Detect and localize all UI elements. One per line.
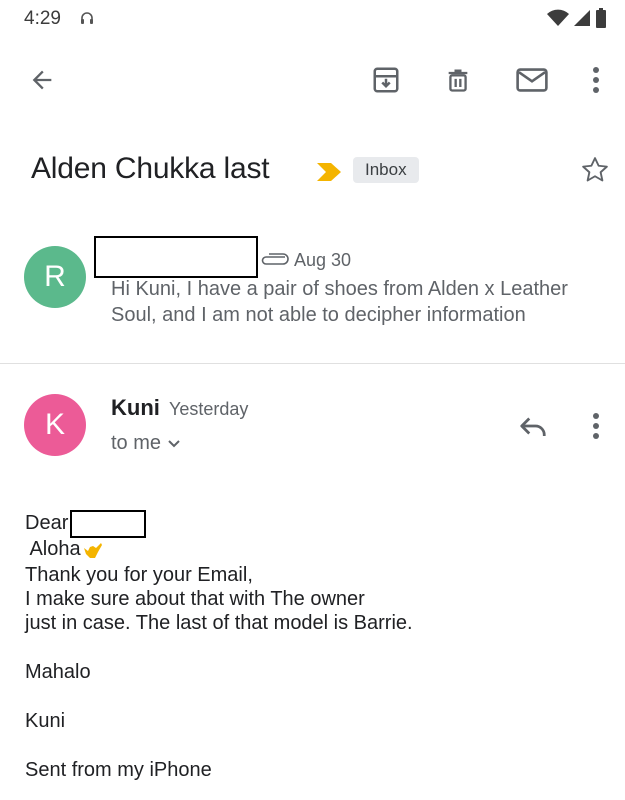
email-subject: Alden Chukka last (31, 152, 270, 185)
body-line: I make sure about that with The owner (25, 588, 365, 610)
reply-button[interactable] (516, 411, 550, 441)
status-time: 4:29 (24, 8, 61, 29)
wifi-icon (547, 9, 569, 26)
body-signoff: Mahalo (25, 661, 91, 683)
message-date: Aug 30 (294, 250, 352, 270)
archive-icon (373, 67, 399, 93)
sender-avatar[interactable]: K (24, 394, 86, 456)
inbox-label[interactable]: Inbox (353, 157, 419, 183)
message-more-button[interactable] (584, 411, 608, 441)
mail-icon (516, 68, 548, 92)
importance-marker-icon[interactable] (315, 161, 343, 183)
preview-line: Hi Kuni, I have a pair of shoes from Ald… (111, 278, 568, 300)
message-divider (0, 363, 625, 364)
redacted-sender-name (94, 236, 258, 278)
body-signature: Kuni (25, 710, 66, 732)
body-greeting: Dear (25, 512, 69, 534)
delete-button[interactable] (442, 64, 474, 96)
recipient-label: to me (111, 432, 162, 454)
message-preview[interactable]: Hi Kuni, I have a pair of shoes from Ald… (111, 276, 606, 328)
sender-avatar[interactable]: R (24, 246, 86, 308)
body-line: Thank you for your Email, (25, 564, 253, 586)
more-options-button[interactable] (584, 64, 608, 96)
more-vert-icon (593, 413, 599, 439)
back-arrow-icon (32, 70, 52, 90)
chevron-down-icon (168, 439, 180, 447)
preview-line: Soul, and I am not able to decipher info… (111, 304, 526, 326)
battery-icon (596, 8, 606, 28)
star-icon[interactable] (580, 155, 610, 185)
headset-icon (81, 12, 93, 24)
body-aloha: Aloha (25, 538, 81, 560)
mail-button[interactable] (514, 64, 550, 96)
body-line: just in case. The last of that model is … (25, 612, 413, 634)
shaka-hand-icon (83, 542, 102, 558)
body-footer: Sent from my iPhone (25, 759, 212, 781)
status-icons (547, 8, 607, 28)
signal-icon (574, 10, 590, 26)
attachment-icon (261, 253, 289, 265)
recipient-details-toggle[interactable]: to me (111, 432, 181, 455)
back-button[interactable] (26, 64, 58, 96)
message-time: Yesterday (169, 399, 249, 419)
redacted-recipient-name (70, 510, 146, 538)
sender-name: Kuni (111, 395, 160, 420)
body-aloha-line: Aloha (25, 538, 103, 561)
reply-icon (520, 417, 546, 436)
more-vert-icon (593, 67, 599, 93)
archive-button[interactable] (370, 64, 402, 96)
delete-icon (448, 69, 468, 92)
